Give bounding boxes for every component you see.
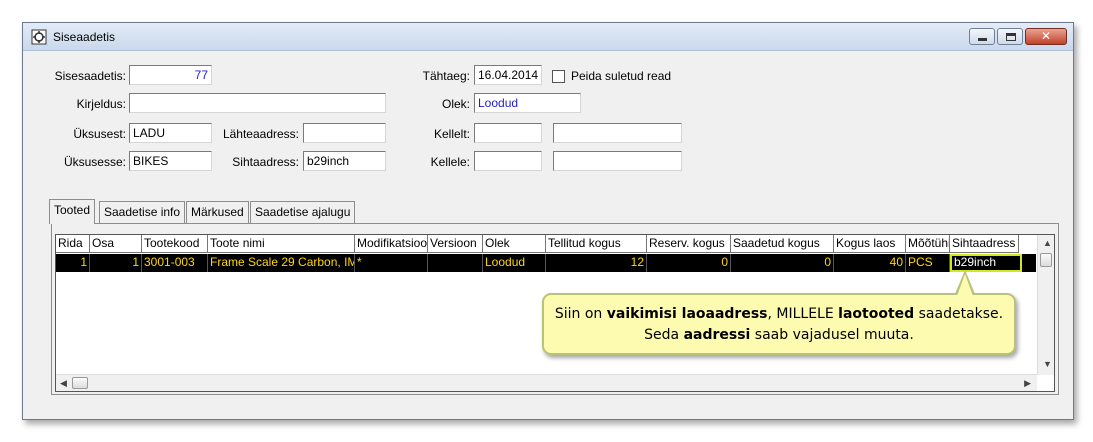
callout-tooltip: Siin on vaikimisi laoaadress, MILLELE la… — [542, 293, 1016, 355]
cell-olek[interactable]: Loodud — [483, 254, 546, 272]
vertical-scrollbar[interactable]: ▲ ▼ — [1037, 235, 1054, 375]
scroll-right-icon[interactable]: ▶ — [1024, 378, 1031, 389]
column-header[interactable]: Versioon — [428, 235, 483, 253]
window-title: Siseaadetis — [53, 30, 116, 44]
column-header[interactable]: Olek — [483, 235, 546, 253]
column-header[interactable]: Kogus laos — [834, 235, 906, 253]
tab-tooted[interactable]: Tooted — [49, 199, 96, 224]
column-header[interactable]: Sihtaadress — [950, 235, 1019, 253]
cell-modifikatsioon[interactable]: * — [355, 254, 428, 272]
siseaadetis-window: Siseaadetis ✕ Sisesaadetis: 77 Kirjeldus… — [22, 22, 1074, 420]
maximize-icon — [1006, 33, 1016, 41]
scroll-up-icon[interactable]: ▲ — [1043, 238, 1052, 248]
scroll-left-icon[interactable]: ◀ — [60, 378, 67, 389]
column-header[interactable]: Modifikatsioon — [355, 235, 428, 253]
callout-pointer-fill — [957, 274, 973, 296]
minimize-button[interactable] — [969, 28, 995, 45]
cell-versioon[interactable] — [428, 254, 483, 272]
close-button[interactable]: ✕ — [1025, 28, 1067, 45]
cell-rida[interactable]: 1 — [56, 254, 90, 272]
olek-label: Olek: — [441, 97, 470, 111]
uksusest-field[interactable]: LADU — [129, 123, 212, 143]
cell-tellitud-kogus[interactable]: 12 — [546, 254, 647, 272]
uksusest-label: Üksusest: — [73, 127, 126, 141]
scroll-down-icon[interactable]: ▼ — [1043, 359, 1052, 369]
kirjeldus-label: Kirjeldus: — [76, 97, 126, 111]
sisesaadetis-field[interactable]: 77 — [129, 65, 212, 85]
sisesaadetis-label: Sisesaadetis: — [54, 69, 126, 83]
grid-header: Rida Osa Tootekood Toote nimi Modifikats… — [56, 235, 1054, 253]
close-icon: ✕ — [1040, 29, 1052, 43]
cell-kogus-laos[interactable]: 40 — [834, 254, 906, 272]
uksusesse-field[interactable]: BIKES — [129, 151, 212, 171]
tab-saadetise-ajalugu[interactable]: Saadetise ajalugu — [250, 201, 356, 223]
kellele-label: Kellele: — [430, 155, 470, 169]
title-bar[interactable]: Siseaadetis ✕ — [23, 23, 1073, 51]
peida-suletud-checkbox[interactable] — [552, 70, 565, 83]
tahtaeg-label: Tähtaeg: — [422, 69, 470, 83]
cell-mootuhik[interactable]: PCS — [906, 254, 950, 272]
column-header[interactable]: Reserv. kogus — [647, 235, 731, 253]
lahteaadress-label: Lähteaadress: — [222, 127, 299, 141]
kellele-name-field[interactable] — [553, 151, 682, 171]
cell-saadetud-kogus[interactable]: 0 — [731, 254, 834, 272]
column-header[interactable]: Tootekood — [142, 235, 208, 253]
tahtaeg-field[interactable]: 16.04.2014 — [474, 65, 542, 85]
app-icon — [31, 29, 47, 45]
kirjeldus-field[interactable] — [129, 93, 386, 113]
maximize-button[interactable] — [997, 28, 1023, 45]
peida-suletud-label: Peida suletud read — [571, 69, 672, 83]
uksusesse-label: Üksusesse: — [63, 155, 126, 169]
cell-reserv-kogus[interactable]: 0 — [647, 254, 731, 272]
minimize-icon — [978, 38, 987, 41]
kellelt-name-field[interactable] — [553, 123, 682, 143]
sihtaadress-label: Sihtaadress: — [232, 155, 299, 169]
vertical-scroll-thumb[interactable] — [1040, 253, 1052, 267]
column-header[interactable]: Mõõtühik — [906, 235, 950, 253]
olek-field[interactable]: Loodud — [474, 93, 581, 113]
column-header[interactable]: Rida — [56, 235, 90, 253]
kellele-code-field[interactable] — [474, 151, 542, 171]
lahteaadress-field[interactable] — [303, 123, 386, 143]
horizontal-scroll-thumb[interactable] — [72, 377, 88, 389]
cell-toote-nimi[interactable]: Frame Scale 29 Carbon, IMI — [208, 254, 355, 272]
sihtaadress-field[interactable]: b29inch — [303, 151, 386, 171]
horizontal-scrollbar[interactable]: ◀ ▶ — [56, 374, 1037, 391]
cell-osa[interactable]: 1 — [90, 254, 142, 272]
cell-tootekood[interactable]: 3001-003 — [142, 254, 208, 272]
column-header[interactable]: Tellitud kogus — [546, 235, 647, 253]
callout-line-1: Siin on vaikimisi laoaadress, MILLELE la… — [554, 306, 1004, 322]
table-row[interactable]: 1 1 3001-003 Frame Scale 29 Carbon, IMI … — [56, 254, 1036, 272]
column-header[interactable]: Osa — [90, 235, 142, 253]
kellelt-code-field[interactable] — [474, 123, 542, 143]
tab-markused[interactable]: Märkused — [186, 201, 249, 223]
column-header[interactable]: Toote nimi — [208, 235, 355, 253]
callout-line-2: Seda aadressi saab vajadusel muuta. — [644, 327, 914, 343]
column-header[interactable]: Saadetud kogus — [731, 235, 834, 253]
tab-saadetise-info[interactable]: Saadetise info — [99, 201, 186, 223]
kellelt-label: Kellelt: — [433, 127, 470, 141]
